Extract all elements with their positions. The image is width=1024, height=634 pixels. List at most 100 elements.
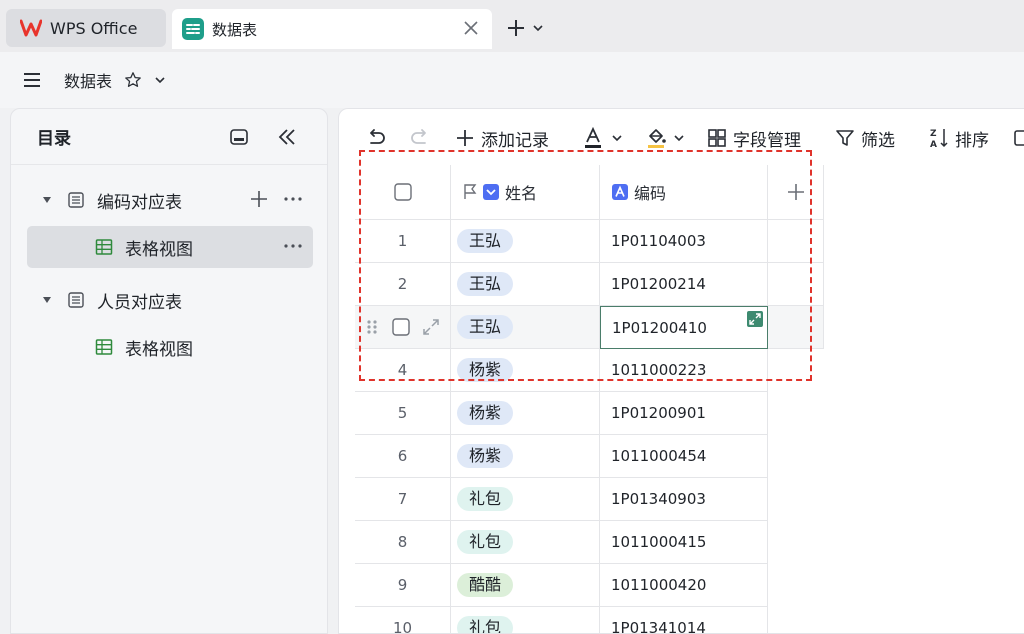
plus-icon	[508, 20, 524, 36]
name-tag: 杨紫	[457, 444, 514, 468]
row-index-cell[interactable]: 10	[355, 607, 451, 634]
row-index-cell[interactable]: 6	[355, 435, 451, 478]
sort-button[interactable]: ZA 排序	[929, 126, 989, 151]
expand-triangle-icon[interactable]	[41, 194, 53, 206]
row-index-cell[interactable]: 8	[355, 521, 451, 564]
new-tab-button[interactable]	[506, 16, 552, 40]
sidebar-item-table-view[interactable]: 表格视图	[27, 226, 313, 268]
redo-button[interactable]	[409, 126, 431, 150]
add-icon[interactable]	[249, 189, 269, 209]
font-color-icon	[585, 127, 601, 148]
code-cell[interactable]: 1P01200410	[600, 306, 768, 349]
field-manage-button[interactable]: 字段管理	[707, 126, 801, 151]
panel-toggle-icon[interactable]	[229, 127, 249, 147]
paint-bucket-icon	[648, 129, 666, 148]
empty-cell	[768, 435, 824, 478]
code-cell[interactable]: 1P01340903	[600, 478, 768, 521]
row-index-cell[interactable]: 2	[355, 263, 451, 306]
text-field-icon	[612, 184, 628, 200]
name-cell[interactable]: 礼包	[451, 607, 600, 633]
name-cell[interactable]: 杨紫	[451, 392, 600, 435]
name-cell[interactable]: 王弘	[451, 220, 600, 263]
code-cell[interactable]: 1P01200901	[600, 392, 768, 435]
name-cell[interactable]: 王弘	[451, 306, 600, 349]
row-index-cell[interactable]: 1	[355, 220, 451, 263]
code-text: 1P01341014	[611, 619, 706, 634]
column-header-name[interactable]: 姓名	[451, 165, 600, 220]
table-doc-icon	[68, 192, 84, 208]
row-index-cell[interactable]: 7	[355, 478, 451, 521]
code-cell[interactable]: 1011000223	[600, 349, 768, 392]
row-index-cell[interactable]: 5	[355, 392, 451, 435]
code-cell[interactable]: 1P01341014	[600, 607, 768, 634]
code-cell[interactable]: 1011000454	[600, 435, 768, 478]
filter-label: 筛选	[861, 130, 895, 151]
table-doc-icon	[68, 292, 84, 308]
sidebar-item-encoding-table[interactable]: 编码对应表	[27, 179, 313, 221]
expand-cell-icon[interactable]	[747, 311, 763, 331]
grid-view-icon	[95, 239, 113, 255]
sidebar-item-table-view-2[interactable]: 表格视图	[27, 326, 313, 368]
code-cell[interactable]: 1011000420	[600, 564, 768, 607]
code-cell[interactable]: 1P01104003	[600, 220, 768, 263]
tab-data-table[interactable]: 数据表	[172, 9, 492, 49]
name-cell[interactable]: 杨紫	[451, 349, 600, 392]
close-icon[interactable]	[462, 19, 480, 37]
row-number: 1	[397, 232, 408, 250]
empty-cell	[768, 564, 824, 607]
row-index-cell[interactable]: 4	[355, 349, 451, 392]
name-cell[interactable]: 酷酷	[451, 564, 600, 607]
name-cell[interactable]: 王弘	[451, 263, 600, 306]
select-all-checkbox[interactable]	[393, 182, 413, 202]
code-cell[interactable]: 1P01200214	[600, 263, 768, 306]
filter-button[interactable]: 筛选	[835, 126, 895, 151]
code-cell[interactable]: 1011000415	[600, 521, 768, 564]
name-tag: 王弘	[457, 229, 514, 253]
single-select-icon	[483, 184, 499, 200]
add-record-button[interactable]: 添加记录	[455, 126, 549, 151]
code-text: 1P01200410	[612, 318, 707, 337]
row-index-cell[interactable]	[355, 306, 451, 349]
name-cell[interactable]: 杨紫	[451, 435, 600, 478]
fill-color-button[interactable]	[645, 126, 685, 150]
add-column-button[interactable]	[768, 165, 824, 220]
field-manage-label: 字段管理	[733, 130, 801, 151]
field-grid-icon	[708, 129, 726, 147]
row-number: 9	[397, 576, 408, 594]
more-icon[interactable]	[283, 189, 303, 209]
star-icon[interactable]	[124, 71, 142, 89]
add-record-label: 添加记录	[481, 130, 549, 151]
row-checkbox[interactable]	[391, 317, 411, 337]
column-header-label: 姓名	[505, 184, 538, 203]
name-tag: 杨紫	[457, 401, 514, 425]
font-color-button[interactable]	[583, 126, 623, 150]
undo-button[interactable]	[365, 126, 387, 150]
main-panel: 添加记录 字段管理 筛选 ZA 排序 姓名 编码 1 王弘 1P01104003…	[338, 108, 1024, 634]
plus-icon	[787, 184, 804, 200]
code-text: 1011000420	[611, 576, 707, 594]
collapse-sidebar-icon[interactable]	[275, 125, 299, 149]
sidebar-header: 目录	[11, 109, 327, 165]
svg-text:Z: Z	[930, 129, 937, 139]
empty-cell	[768, 220, 824, 263]
tab-wps-office[interactable]: WPS Office	[6, 9, 166, 47]
column-header-code[interactable]: 编码	[600, 165, 768, 220]
code-text: 1011000454	[611, 447, 707, 465]
chevron-down-icon	[533, 25, 543, 32]
grid-view-icon	[95, 339, 113, 355]
name-cell[interactable]: 礼包	[451, 521, 600, 564]
name-cell[interactable]: 礼包	[451, 478, 600, 521]
chevron-down-icon	[612, 135, 622, 142]
more-icon[interactable]	[283, 236, 303, 256]
chevron-down-icon[interactable]	[154, 74, 166, 86]
menu-icon[interactable]	[22, 70, 42, 90]
row-number: 4	[397, 361, 408, 379]
more-toolbar-icon[interactable]	[1013, 126, 1024, 150]
row-number: 10	[392, 619, 413, 634]
expand-triangle-icon[interactable]	[41, 294, 53, 306]
drag-handle-icon[interactable]	[365, 318, 379, 336]
document-title[interactable]: 数据表	[64, 68, 112, 92]
expand-record-icon[interactable]	[421, 317, 441, 337]
row-index-cell[interactable]: 9	[355, 564, 451, 607]
sidebar-item-personnel-table[interactable]: 人员对应表	[27, 279, 313, 321]
